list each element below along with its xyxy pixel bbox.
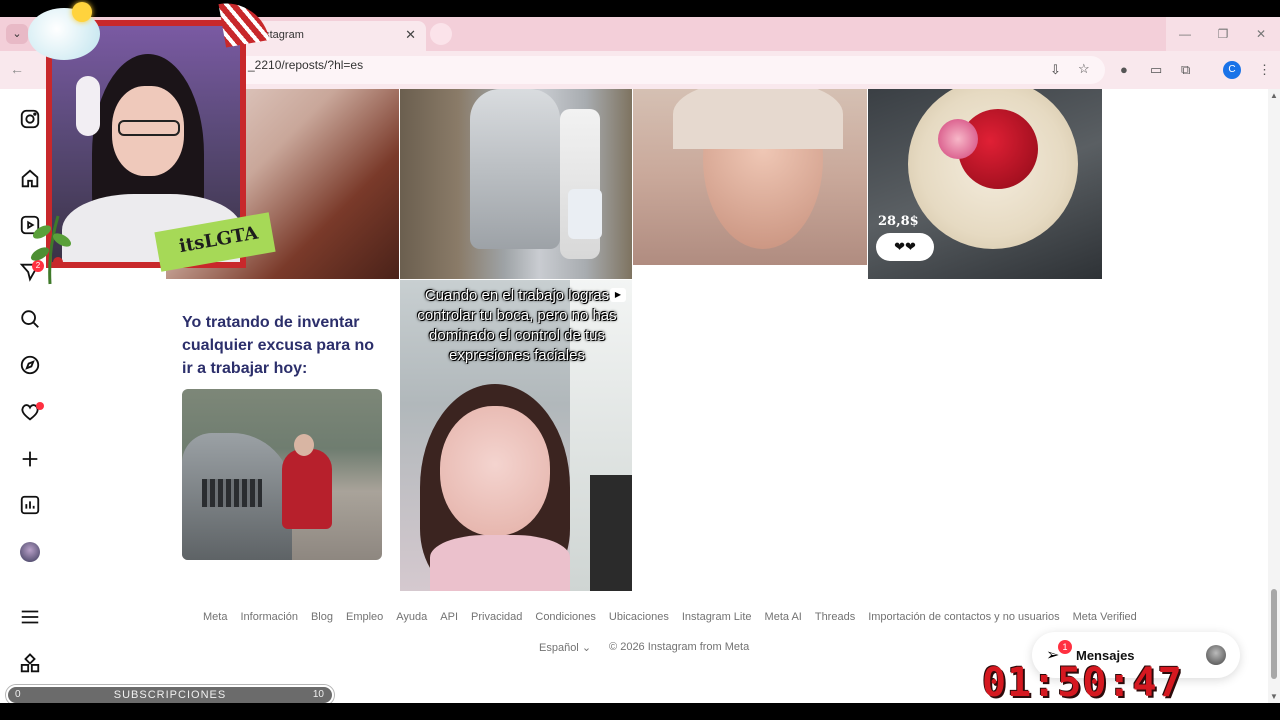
screenshot-extension-icon[interactable]: ▭ — [1150, 62, 1162, 78]
cookie-extension-icon[interactable]: ● — [1120, 62, 1128, 77]
dashboard-icon[interactable] — [18, 493, 42, 517]
profile-avatar[interactable] — [18, 540, 42, 564]
footer-link[interactable]: Blog — [311, 611, 333, 623]
post-kid-expression[interactable]: Cuando en el trabajo logras controlar tu… — [400, 280, 632, 591]
page-scrollbar[interactable]: ▲ ▼ — [1268, 89, 1280, 703]
subscriptions-max: 10 — [312, 689, 324, 700]
close-window-button[interactable]: ✕ — [1242, 17, 1280, 51]
sun-icon — [72, 2, 92, 22]
holly-leaves-icon — [30, 215, 72, 285]
scroll-thumb[interactable] — [1271, 589, 1277, 679]
headphone-shape — [76, 76, 100, 136]
create-icon[interactable] — [18, 447, 42, 471]
language-label: Español — [539, 642, 579, 654]
home-icon[interactable] — [18, 167, 42, 191]
install-app-icon[interactable]: ⇩ — [1050, 62, 1061, 78]
instagram-logo-icon[interactable] — [18, 107, 42, 131]
footer-link[interactable]: Importación de contactos y no usuarios — [868, 611, 1059, 623]
explore-icon[interactable] — [18, 353, 42, 377]
avatar — [20, 542, 40, 562]
footer-links: Meta Información Blog Empleo Ayuda API P… — [203, 611, 1150, 623]
back-arrow-icon[interactable]: ← — [10, 61, 24, 77]
post-grandma-face[interactable] — [633, 89, 867, 265]
bottom-letterbox — [0, 703, 1280, 720]
footer-bottom: Español ⌄ © 2026 Instagram from Meta — [539, 641, 749, 654]
footer-link[interactable]: Información — [240, 611, 297, 623]
footer-link[interactable]: Meta — [203, 611, 227, 623]
footer-link[interactable]: Threads — [815, 611, 855, 623]
language-select[interactable]: Español ⌄ — [539, 641, 591, 654]
new-tab-button[interactable] — [430, 23, 452, 45]
footer-link[interactable]: Ayuda — [396, 611, 427, 623]
scroll-down-icon[interactable]: ▼ — [1270, 692, 1278, 701]
footer-link[interactable]: Meta Verified — [1073, 611, 1137, 623]
browser-menu-icon[interactable]: ⋮ — [1258, 62, 1271, 78]
restore-button[interactable]: ❐ — [1204, 17, 1242, 51]
extensions-puzzle-icon[interactable]: ⧉ — [1181, 62, 1190, 78]
hearts-bubble: ❤❤ — [876, 233, 934, 261]
chevron-down-icon: ⌄ — [581, 642, 592, 654]
streamer-name: itsLGTA — [177, 222, 260, 258]
top-letterbox — [0, 0, 1280, 17]
glasses-shape — [118, 120, 180, 136]
scroll-up-icon[interactable]: ▲ — [1270, 91, 1278, 100]
footer-link[interactable]: Meta AI — [765, 611, 802, 623]
price-label: 28,8$ — [878, 214, 919, 229]
copyright: © 2026 Instagram from Meta — [609, 641, 750, 653]
tab-search-button[interactable]: ⌄ — [6, 24, 28, 44]
footer-link[interactable]: API — [440, 611, 458, 623]
window-controls: — ❐ ✕ — [1166, 17, 1280, 51]
bookmark-star-icon[interactable]: ☆ — [1078, 61, 1090, 77]
footer-link[interactable]: Privacidad — [471, 611, 522, 623]
profile-avatar-button[interactable]: C — [1223, 61, 1241, 79]
tab-close-icon[interactable]: ✕ — [405, 27, 416, 43]
search-icon[interactable] — [18, 307, 42, 331]
kid-caption: Cuando en el trabajo logras controlar tu… — [417, 287, 617, 364]
stream-clock: 01:50:47 — [982, 660, 1183, 706]
post-car-push[interactable] — [182, 389, 382, 560]
footer-link[interactable]: Instagram Lite — [682, 611, 752, 623]
menu-icon[interactable] — [18, 605, 42, 629]
minimize-button[interactable]: — — [1166, 17, 1204, 51]
screen: ⌄ nstagram ✕ — ❐ ✕ ← _2210/reposts/?hl=e… — [0, 0, 1280, 720]
meme-caption: Yo tratando de inventar cualquier excusa… — [182, 314, 375, 377]
also-from-meta-icon[interactable] — [18, 652, 42, 676]
notifications-dot — [36, 402, 44, 410]
avatar — [1206, 645, 1226, 665]
footer-link[interactable]: Empleo — [346, 611, 383, 623]
messages-count-badge: 1 — [1058, 640, 1072, 654]
url-text[interactable]: _2210/reposts/?hl=es — [248, 58, 363, 72]
post-flowers[interactable]: 28,8$ ❤❤ — [868, 89, 1102, 279]
subscriptions-progress-bar: 0 SUBSCRIPCIONES 10 — [6, 685, 334, 705]
post-car-trunk[interactable] — [400, 89, 632, 279]
footer-link[interactable]: Ubicaciones — [609, 611, 669, 623]
subscriptions-label: SUBSCRIPCIONES — [113, 689, 227, 701]
reel-icon: ▶ — [610, 288, 626, 302]
footer-link[interactable]: Condiciones — [535, 611, 596, 623]
